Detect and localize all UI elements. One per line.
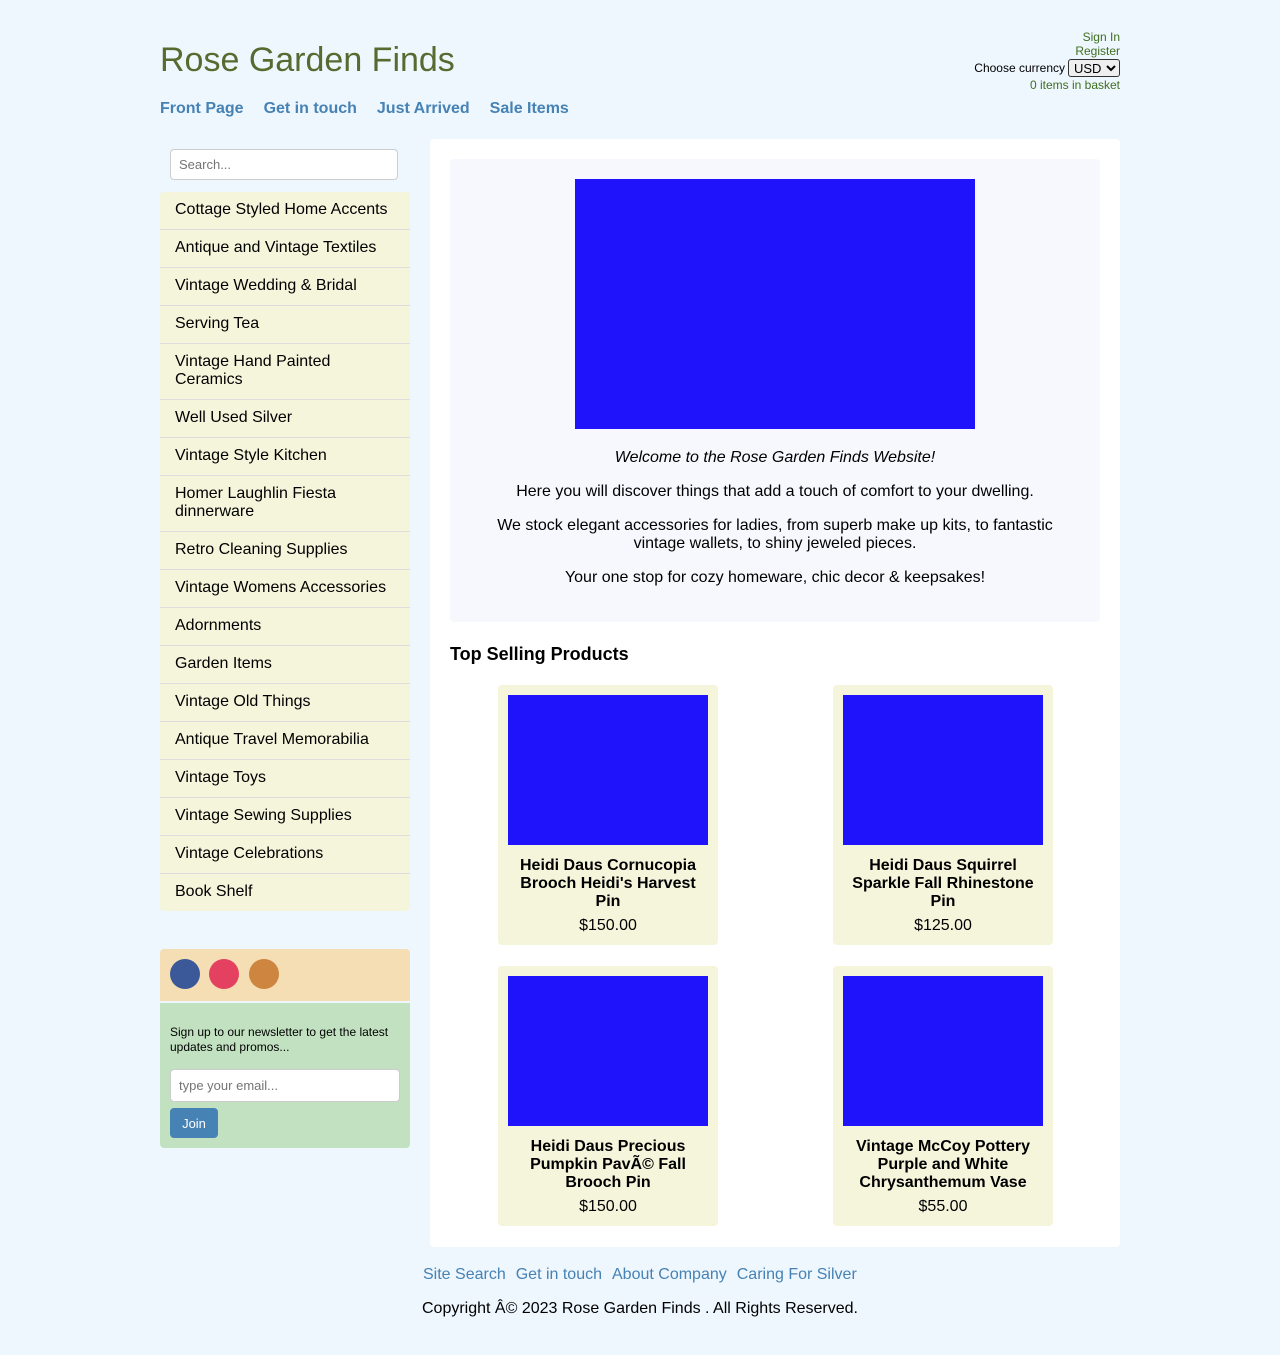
currency-row: Choose currency USD xyxy=(974,58,1120,78)
welcome-heading: Welcome to the Rose Garden Finds Website… xyxy=(614,449,936,466)
nav-get-in-touch[interactable]: Get in touch xyxy=(264,99,357,119)
main-content: Welcome to the Rose Garden Finds Website… xyxy=(430,139,1120,1247)
category-item[interactable]: Vintage Sewing Supplies xyxy=(160,798,410,836)
category-item[interactable]: Cottage Styled Home Accents xyxy=(160,192,410,230)
product-price: $55.00 xyxy=(918,1198,968,1215)
nav-just-arrived[interactable]: Just Arrived xyxy=(377,99,470,119)
join-button[interactable]: Join xyxy=(170,1108,218,1138)
category-item[interactable]: Vintage Celebrations xyxy=(160,836,410,874)
hero-image xyxy=(575,179,975,429)
product-name[interactable]: Heidi Daus Squirrel Sparkle Fall Rhinest… xyxy=(848,857,1038,911)
product-name[interactable]: Heidi Daus Cornucopia Brooch Heidi's Har… xyxy=(513,857,703,911)
product-image[interactable] xyxy=(508,695,708,845)
welcome-paragraph: Your one stop for cozy homeware, chic de… xyxy=(564,569,986,586)
category-item[interactable]: Garden Items xyxy=(160,646,410,684)
site-title[interactable]: Rose Garden Finds xyxy=(160,40,455,80)
product-name[interactable]: Vintage McCoy Pottery Purple and White C… xyxy=(848,1138,1038,1192)
basket-link[interactable]: 0 items in basket xyxy=(974,78,1120,92)
footer-link-get-in-touch[interactable]: Get in touch xyxy=(516,1266,602,1284)
category-item[interactable]: Vintage Toys xyxy=(160,760,410,798)
category-item[interactable]: Homer Laughlin Fiesta dinnerware xyxy=(160,476,410,532)
currency-select[interactable]: USD xyxy=(1068,59,1120,77)
product-image[interactable] xyxy=(843,695,1043,845)
newsletter-box: Sign up to our newsletter to get the lat… xyxy=(160,1003,410,1148)
product-card[interactable]: Heidi Daus Squirrel Sparkle Fall Rhinest… xyxy=(833,685,1053,945)
product-card[interactable]: Vintage McCoy Pottery Purple and White C… xyxy=(833,966,1053,1226)
category-item[interactable]: Retro Cleaning Supplies xyxy=(160,532,410,570)
category-item[interactable]: Book Shelf xyxy=(160,874,410,911)
sign-in-link[interactable]: Sign In xyxy=(974,30,1120,44)
instagram-icon[interactable] xyxy=(209,959,239,989)
category-item[interactable]: Antique and Vintage Textiles xyxy=(160,230,410,268)
product-price: $150.00 xyxy=(579,917,637,934)
category-item[interactable]: Vintage Womens Accessories xyxy=(160,570,410,608)
category-item[interactable]: Vintage Style Kitchen xyxy=(160,438,410,476)
category-item[interactable]: Vintage Old Things xyxy=(160,684,410,722)
search-input[interactable] xyxy=(170,149,398,180)
product-image[interactable] xyxy=(508,976,708,1126)
category-item[interactable]: Serving Tea xyxy=(160,306,410,344)
category-list: Cottage Styled Home Accents Antique and … xyxy=(160,192,410,911)
email-field[interactable] xyxy=(170,1069,400,1102)
footer-link-site-search[interactable]: Site Search xyxy=(423,1266,506,1284)
facebook-icon[interactable] xyxy=(170,959,200,989)
top-selling-title: Top Selling Products xyxy=(450,644,629,664)
footer-link-about-company[interactable]: About Company xyxy=(612,1266,727,1284)
nav-front-page[interactable]: Front Page xyxy=(160,99,244,119)
product-name[interactable]: Heidi Daus Precious Pumpkin PavÃ© Fall B… xyxy=(513,1138,703,1192)
newsletter-text: Sign up to our newsletter to get the lat… xyxy=(170,1025,389,1054)
register-link[interactable]: Register xyxy=(974,44,1120,58)
welcome-paragraph: Here you will discover things that add a… xyxy=(516,483,1034,500)
top-nav: Front Page Get in touch Just Arrived Sal… xyxy=(160,99,569,119)
category-item[interactable]: Antique Travel Memorabilia xyxy=(160,722,410,760)
social-bar xyxy=(160,949,410,1001)
product-card[interactable]: Heidi Daus Cornucopia Brooch Heidi's Har… xyxy=(498,685,718,945)
category-item[interactable]: Vintage Wedding & Bridal xyxy=(160,268,410,306)
category-item[interactable]: Vintage Hand Painted Ceramics xyxy=(160,344,410,400)
product-card[interactable]: Heidi Daus Precious Pumpkin PavÃ© Fall B… xyxy=(498,966,718,1226)
footer-link-caring-for-silver[interactable]: Caring For Silver xyxy=(737,1266,857,1284)
category-item[interactable]: Adornments xyxy=(160,608,410,646)
currency-label: Choose currency xyxy=(974,61,1065,75)
footer-links: Site Search Get in touch About Company C… xyxy=(423,1266,857,1284)
account-panel: Sign In Register Choose currency USD 0 i… xyxy=(974,30,1120,92)
product-image[interactable] xyxy=(843,976,1043,1126)
welcome-panel: Welcome to the Rose Garden Finds Website… xyxy=(450,159,1100,622)
product-price: $125.00 xyxy=(914,917,972,934)
welcome-paragraph: We stock elegant accessories for ladies,… xyxy=(497,517,1053,552)
product-price: $150.00 xyxy=(579,1198,637,1215)
category-item[interactable]: Well Used Silver xyxy=(160,400,410,438)
nav-sale-items[interactable]: Sale Items xyxy=(490,99,569,119)
rss-icon[interactable] xyxy=(249,959,279,989)
copyright: Copyright Â© 2023 Rose Garden Finds . Al… xyxy=(422,1300,858,1317)
